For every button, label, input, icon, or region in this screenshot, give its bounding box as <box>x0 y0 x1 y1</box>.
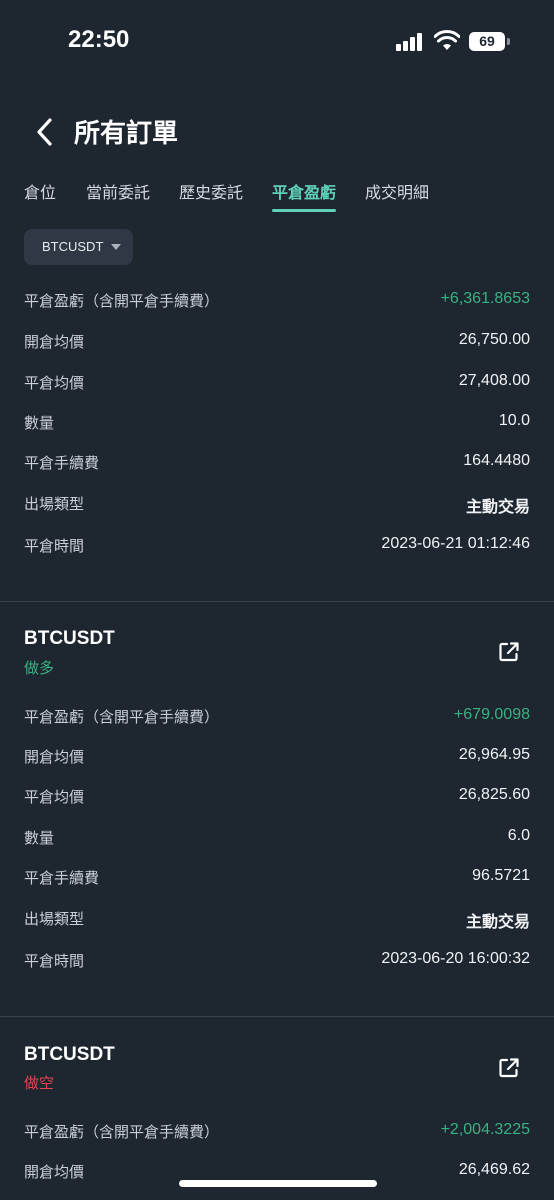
tab-positions[interactable]: 倉位 <box>24 180 56 214</box>
open-avg-value: 26,750.00 <box>458 331 530 348</box>
pnl-row: 平倉盈虧（含開平倉手續費） +679.0098 <box>24 706 530 732</box>
close-avg-row: 平倉均價 27,408.00 <box>24 372 530 398</box>
close-time-value: 2023-06-20 16:00:32 <box>381 950 530 967</box>
record-side-short: 做空 <box>24 1074 55 1092</box>
home-indicator[interactable] <box>179 1180 377 1187</box>
exit-type-row: 出場類型 主動交易 <box>24 493 530 519</box>
open-avg-label: 開倉均價 <box>24 1163 85 1181</box>
share-icon[interactable] <box>498 641 520 663</box>
symbol-filter-label: BTCUSDT <box>42 239 104 254</box>
qty-label: 數量 <box>24 414 55 432</box>
record-symbol: BTCUSDT <box>24 628 115 649</box>
close-avg-value: 27,408.00 <box>458 372 530 389</box>
pnl-value: +6,361.8653 <box>440 290 530 307</box>
symbol-filter-dropdown[interactable]: BTCUSDT <box>24 229 133 265</box>
close-time-row: 平倉時間 2023-06-21 01:12:46 <box>24 535 530 561</box>
battery-level: 69 <box>479 33 495 49</box>
qty-value: 10.0 <box>498 412 530 429</box>
close-avg-label: 平倉均價 <box>24 788 85 806</box>
wifi-icon <box>434 30 460 50</box>
pnl-value: +679.0098 <box>453 706 530 723</box>
open-avg-value: 26,964.95 <box>458 746 530 763</box>
tab-open-orders[interactable]: 當前委託 <box>86 180 150 214</box>
open-avg-label: 開倉均價 <box>24 333 85 351</box>
open-avg-row: 開倉均價 26,964.95 <box>24 746 530 772</box>
qty-row: 數量 10.0 <box>24 412 530 438</box>
close-avg-value: 26,825.60 <box>458 786 530 803</box>
close-fee-value: 96.5721 <box>472 867 530 884</box>
record-side-long: 做多 <box>24 659 55 677</box>
pnl-row: 平倉盈虧（含開平倉手續費） +2,004.3225 <box>24 1121 530 1147</box>
pnl-value: +2,004.3225 <box>440 1121 530 1138</box>
close-fee-row: 平倉手續費 164.4480 <box>24 452 530 478</box>
record-symbol: BTCUSDT <box>24 1044 115 1065</box>
close-time-value: 2023-06-21 01:12:46 <box>381 535 530 552</box>
back-arrow-icon[interactable] <box>30 116 58 148</box>
tab-order-history[interactable]: 歷史委託 <box>179 180 243 214</box>
status-bar: 22:50 69 <box>0 0 554 84</box>
close-avg-row: 平倉均價 26,825.60 <box>24 786 530 812</box>
exit-type-label: 出場類型 <box>24 910 85 928</box>
exit-type-value: 主動交易 <box>465 912 530 931</box>
pnl-row: 平倉盈虧（含開平倉手續費） +6,361.8653 <box>24 290 530 316</box>
pnl-label: 平倉盈虧（含開平倉手續費） <box>24 1123 220 1141</box>
qty-label: 數量 <box>24 829 55 847</box>
exit-type-value: 主動交易 <box>465 497 530 516</box>
close-fee-row: 平倉手續費 96.5721 <box>24 867 530 893</box>
cellular-signal-icon <box>396 33 424 51</box>
qty-value: 6.0 <box>507 827 530 844</box>
close-time-row: 平倉時間 2023-06-20 16:00:32 <box>24 950 530 976</box>
record-divider <box>0 601 554 602</box>
page-title: 所有訂單 <box>74 119 179 149</box>
open-avg-row: 開倉均價 26,750.00 <box>24 331 530 357</box>
close-fee-label: 平倉手續費 <box>24 454 100 472</box>
share-icon[interactable] <box>498 1057 520 1079</box>
order-tabs: 倉位 當前委託 歷史委託 平倉盈虧 成交明細 <box>0 180 554 214</box>
record-divider <box>0 1016 554 1017</box>
battery-tip <box>507 38 510 45</box>
open-avg-label: 開倉均價 <box>24 748 85 766</box>
status-time: 22:50 <box>68 26 130 53</box>
pnl-label: 平倉盈虧（含開平倉手續費） <box>24 708 220 726</box>
caret-down-icon <box>111 244 121 250</box>
close-fee-label: 平倉手續費 <box>24 869 100 887</box>
close-time-label: 平倉時間 <box>24 952 85 970</box>
exit-type-row: 出場類型 主動交易 <box>24 908 530 934</box>
close-avg-label: 平倉均價 <box>24 374 85 392</box>
close-fee-value: 164.4480 <box>463 452 530 469</box>
tab-trade-details[interactable]: 成交明細 <box>365 180 429 214</box>
exit-type-label: 出場類型 <box>24 495 85 513</box>
battery-icon: 69 <box>469 32 505 51</box>
qty-row: 數量 6.0 <box>24 827 530 853</box>
closed-pnl-page: 22:50 69 所有訂單 倉位 當前委託 歷史委託 平倉盈虧 成交明細 BTC… <box>0 0 554 1200</box>
tab-closed-pnl[interactable]: 平倉盈虧 <box>272 180 337 214</box>
pnl-label: 平倉盈虧（含開平倉手續費） <box>24 292 220 310</box>
open-avg-value: 26,469.62 <box>458 1161 530 1178</box>
close-time-label: 平倉時間 <box>24 537 85 555</box>
